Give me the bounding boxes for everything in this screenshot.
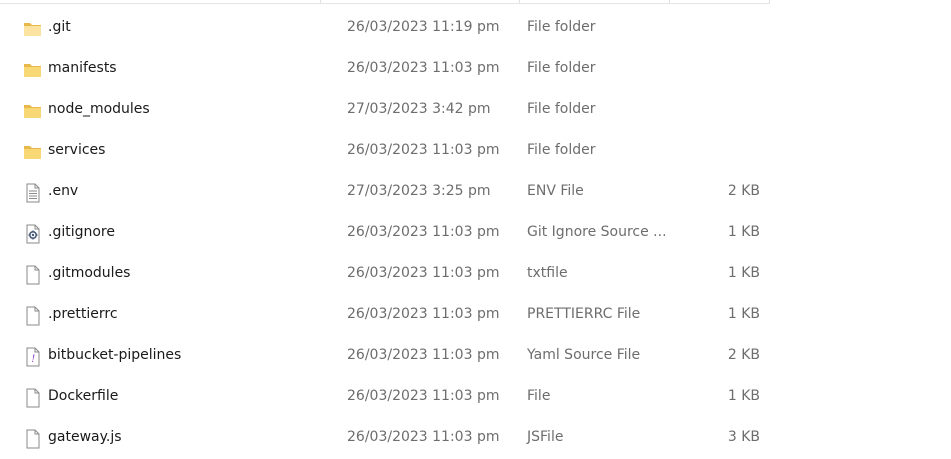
folder-icon bbox=[23, 60, 43, 80]
file-date: 26/03/2023 11:19 pm bbox=[347, 19, 500, 35]
file-row-node-modules[interactable]: node_modules 27/03/2023 3:42 pm File fol… bbox=[0, 90, 951, 131]
file-type: txtfile bbox=[527, 265, 568, 281]
file-row-gitmodules[interactable]: .gitmodules 26/03/2023 11:03 pm txtfile … bbox=[0, 254, 951, 295]
file-row-bitbucket-pipelines[interactable]: ! bitbucket-pipelines 26/03/2023 11:03 p… bbox=[0, 336, 951, 377]
file-name: .gitignore bbox=[48, 224, 115, 240]
file-date: 27/03/2023 3:42 pm bbox=[347, 101, 491, 117]
file-name: Dockerfile bbox=[48, 388, 119, 404]
file-size: 3 KB bbox=[727, 429, 760, 445]
file-type: Git Ignore Source ... bbox=[527, 224, 667, 240]
file-type: File folder bbox=[527, 101, 596, 117]
file-type: Yaml Source File bbox=[527, 347, 641, 363]
file-type: File bbox=[527, 388, 551, 404]
file-size: 2 KB bbox=[727, 347, 760, 363]
column-divider[interactable] bbox=[669, 0, 670, 3]
column-divider[interactable] bbox=[320, 0, 321, 3]
file-date: 27/03/2023 3:25 pm bbox=[347, 183, 491, 199]
file-row-manifests[interactable]: manifests 26/03/2023 11:03 pm File folde… bbox=[0, 49, 951, 90]
blank-file-icon bbox=[23, 388, 43, 408]
file-size: 1 KB bbox=[727, 388, 760, 404]
file-date: 26/03/2023 11:03 pm bbox=[347, 429, 500, 445]
blank-file-icon bbox=[23, 429, 43, 449]
file-type: File folder bbox=[527, 60, 596, 76]
folder-open-icon bbox=[23, 19, 43, 39]
file-size: 2 KB bbox=[727, 183, 760, 199]
file-size: 1 KB bbox=[727, 224, 760, 240]
file-name: node_modules bbox=[48, 101, 150, 117]
file-size: 1 KB bbox=[727, 306, 760, 322]
file-name: gateway.js bbox=[48, 429, 122, 445]
column-header-strip bbox=[0, 0, 770, 4]
file-name: .env bbox=[48, 183, 79, 199]
file-date: 26/03/2023 11:03 pm bbox=[347, 60, 500, 76]
text-file-icon bbox=[23, 183, 43, 203]
folder-icon bbox=[23, 101, 43, 121]
file-type: PRETTIERRC File bbox=[527, 306, 641, 322]
file-date: 26/03/2023 11:03 pm bbox=[347, 224, 500, 240]
file-date: 26/03/2023 11:03 pm bbox=[347, 306, 500, 322]
file-date: 26/03/2023 11:03 pm bbox=[347, 388, 500, 404]
file-row-git[interactable]: .git 26/03/2023 11:19 pm File folder bbox=[0, 8, 951, 49]
blank-file-icon bbox=[23, 265, 43, 285]
column-divider[interactable] bbox=[519, 0, 520, 3]
file-date: 26/03/2023 11:03 pm bbox=[347, 347, 500, 363]
file-row-env[interactable]: .env 27/03/2023 3:25 pm ENV File 2 KB bbox=[0, 172, 951, 213]
file-row-gitignore[interactable]: .gitignore 26/03/2023 11:03 pm Git Ignor… bbox=[0, 213, 951, 254]
file-date: 26/03/2023 11:03 pm bbox=[347, 142, 500, 158]
file-name: .prettierrc bbox=[48, 306, 118, 322]
file-name: manifests bbox=[48, 60, 117, 76]
yaml-file-icon: ! bbox=[23, 347, 43, 367]
file-row-gateway-js[interactable]: gateway.js 26/03/2023 11:03 pm JSFile 3 … bbox=[0, 418, 951, 459]
file-name: .gitmodules bbox=[48, 265, 131, 281]
file-date: 26/03/2023 11:03 pm bbox=[347, 265, 500, 281]
file-type: JSFile bbox=[527, 429, 564, 445]
config-file-icon bbox=[23, 224, 43, 244]
file-type: File folder bbox=[527, 19, 596, 35]
blank-file-icon bbox=[23, 306, 43, 326]
file-row-prettierrc[interactable]: .prettierrc 26/03/2023 11:03 pm PRETTIER… bbox=[0, 295, 951, 336]
file-list: .git 26/03/2023 11:19 pm File folder man… bbox=[0, 8, 951, 459]
file-name: services bbox=[48, 142, 106, 158]
file-size: 1 KB bbox=[727, 265, 760, 281]
svg-text:!: ! bbox=[31, 354, 35, 365]
file-name: .git bbox=[48, 19, 71, 35]
file-type: File folder bbox=[527, 142, 596, 158]
column-divider[interactable] bbox=[769, 0, 770, 3]
folder-icon bbox=[23, 142, 43, 162]
file-type: ENV File bbox=[527, 183, 584, 199]
file-row-services[interactable]: services 26/03/2023 11:03 pm File folder bbox=[0, 131, 951, 172]
file-row-dockerfile[interactable]: Dockerfile 26/03/2023 11:03 pm File 1 KB bbox=[0, 377, 951, 418]
file-name: bitbucket-pipelines bbox=[48, 347, 182, 363]
